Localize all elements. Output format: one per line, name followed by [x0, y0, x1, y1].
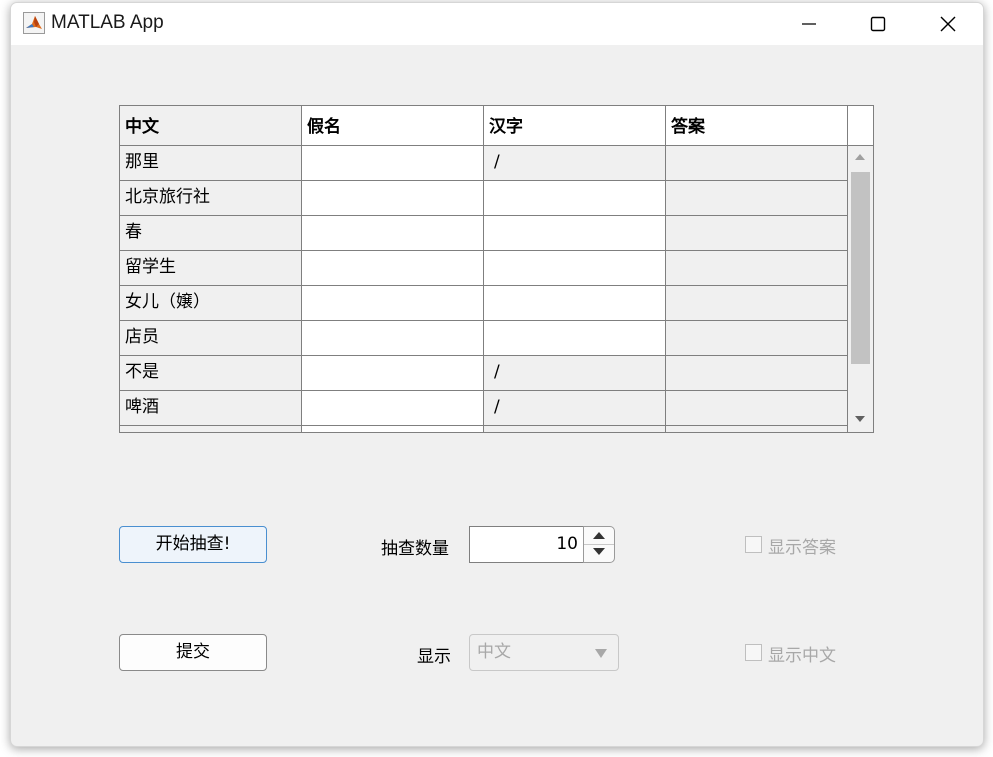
- cell-kanji: [484, 426, 666, 432]
- cell-kana[interactable]: [302, 181, 484, 216]
- table-header: 中文 假名 汉字 答案: [120, 106, 873, 146]
- table-row: 啤酒 /: [120, 391, 848, 426]
- column-header-spacer: [848, 106, 873, 145]
- column-header-answer: 答案: [666, 106, 848, 145]
- cell-kanji[interactable]: [484, 251, 666, 286]
- cell-kana[interactable]: [302, 426, 484, 432]
- show-label: 显示: [417, 647, 451, 667]
- scroll-down-arrow-icon[interactable]: [855, 416, 865, 422]
- table-row: 留学生: [120, 251, 848, 286]
- table-row: 店员: [120, 321, 848, 356]
- cell-chinese: 留学生: [120, 251, 302, 286]
- title-bar: MATLAB App: [11, 3, 983, 45]
- show-mode-dropdown[interactable]: 中文: [469, 634, 619, 671]
- scroll-up-arrow-icon[interactable]: [855, 154, 865, 160]
- cell-answer: [666, 286, 848, 321]
- table-row: 北京旅行社: [120, 181, 848, 216]
- table-row: 春: [120, 216, 848, 251]
- show-chinese-label: 显示中文: [768, 646, 836, 666]
- cell-kanji[interactable]: [484, 321, 666, 356]
- cell-kana[interactable]: [302, 391, 484, 426]
- cell-kanji[interactable]: [484, 181, 666, 216]
- cell-chinese: 不是: [120, 356, 302, 391]
- start-check-button[interactable]: 开始抽查!: [119, 526, 267, 563]
- column-header-kanji: 汉字: [484, 106, 666, 145]
- table-row: 女儿（嬢）: [120, 286, 848, 321]
- cell-kanji: /: [484, 146, 666, 181]
- cell-chinese: 啤酒: [120, 391, 302, 426]
- table-row-partial: [120, 426, 848, 432]
- table-body: 那里 / 北京旅行社 春 留学生 女儿（嬢） 店员 不是 / 啤酒 /: [120, 146, 848, 432]
- cell-kanji: /: [484, 391, 666, 426]
- count-spinner[interactable]: 10: [469, 526, 615, 563]
- cell-kana[interactable]: [302, 356, 484, 391]
- cell-kana[interactable]: [302, 251, 484, 286]
- cell-kana[interactable]: [302, 216, 484, 251]
- cell-answer: [666, 391, 848, 426]
- cell-kana[interactable]: [302, 321, 484, 356]
- dropdown-arrow-icon[interactable]: [595, 649, 607, 658]
- cell-chinese: 春: [120, 216, 302, 251]
- spinner-buttons[interactable]: [583, 526, 615, 563]
- cell-kana[interactable]: [302, 146, 484, 181]
- dropdown-value: 中文: [477, 642, 511, 662]
- cell-answer: [666, 146, 848, 181]
- table-row: 不是 /: [120, 356, 848, 391]
- cell-answer: [666, 216, 848, 251]
- window-title: MATLAB App: [51, 12, 164, 33]
- spinner-divider: [584, 544, 614, 545]
- table-scrollbar[interactable]: [848, 146, 873, 432]
- cell-kanji[interactable]: [484, 286, 666, 321]
- matlab-icon: [23, 12, 45, 34]
- column-header-chinese: 中文: [120, 106, 302, 145]
- cell-kana[interactable]: [302, 286, 484, 321]
- cell-chinese: 女儿（嬢）: [120, 286, 302, 321]
- cell-kanji[interactable]: [484, 216, 666, 251]
- maximize-icon[interactable]: [864, 11, 892, 37]
- close-icon[interactable]: [934, 11, 962, 37]
- show-answer-label: 显示答案: [768, 538, 836, 558]
- cell-answer: [666, 356, 848, 391]
- cell-chinese: 那里: [120, 146, 302, 181]
- count-label: 抽查数量: [381, 539, 449, 559]
- submit-button[interactable]: 提交: [119, 634, 267, 671]
- cell-chinese: 北京旅行社: [120, 181, 302, 216]
- cell-answer: [666, 321, 848, 356]
- cell-answer: [666, 251, 848, 286]
- spin-down-arrow-icon[interactable]: [593, 548, 605, 555]
- checkbox-box[interactable]: [745, 644, 762, 661]
- cell-kanji: /: [484, 356, 666, 391]
- vocab-table: 中文 假名 汉字 答案 那里 / 北京旅行社 春 留学生 女儿（嬢） 店员 不是…: [119, 105, 874, 433]
- spin-up-arrow-icon[interactable]: [593, 532, 605, 539]
- checkbox-box[interactable]: [745, 536, 762, 553]
- scrollbar-thumb[interactable]: [851, 172, 870, 364]
- cell-chinese: 店员: [120, 321, 302, 356]
- cell-chinese: [120, 426, 302, 432]
- column-header-kana: 假名: [302, 106, 484, 145]
- app-window: MATLAB App 中文 假名 汉字 答案 那里 / 北京旅行社 春 留学生 …: [10, 2, 984, 747]
- table-row: 那里 /: [120, 146, 848, 181]
- cell-answer: [666, 181, 848, 216]
- minimize-icon[interactable]: [795, 11, 823, 37]
- count-input[interactable]: 10: [469, 526, 585, 563]
- cell-answer: [666, 426, 848, 432]
